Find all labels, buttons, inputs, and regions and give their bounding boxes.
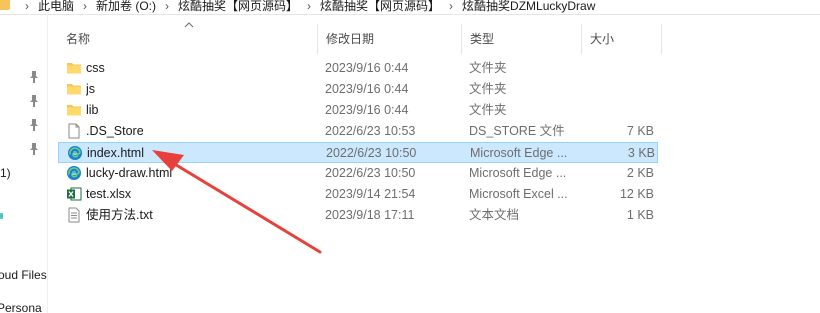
file-size: 1 KB <box>626 208 654 222</box>
file-size: 7 KB <box>626 124 654 138</box>
file-name: js <box>86 82 96 96</box>
file-type: 文件夹 <box>469 103 507 117</box>
navigation-pane: 1) oud Files Persona <box>0 15 48 313</box>
folder-icon <box>66 81 82 97</box>
file-row[interactable]: .DS_Store 2022/6/23 10:53 DS_STORE 文件 7 KB <box>58 121 658 142</box>
file-size: 3 KB <box>627 146 655 160</box>
file-date: 2023/9/18 17:11 <box>325 208 415 222</box>
breadcrumb-sep: › <box>165 0 170 13</box>
address-bar[interactable]: › 此电脑 › 新加卷 (O:) › 炫酷抽奖【网页源码】 › 炫酷抽奖【网页源… <box>0 0 820 15</box>
breadcrumb-sep: › <box>25 0 29 13</box>
breadcrumb: › 此电脑 › 新加卷 (O:) › 炫酷抽奖【网页源码】 › 炫酷抽奖【网页源… <box>16 0 595 14</box>
text-file-icon <box>66 207 82 223</box>
file-date: 2022/6/23 10:53 <box>325 124 416 138</box>
file-date: 2023/9/16 0:44 <box>325 103 409 117</box>
pin-icon[interactable] <box>29 143 39 155</box>
folder-icon <box>0 0 10 10</box>
file-size: 12 KB <box>619 187 654 201</box>
file-row[interactable]: lib 2023/9/16 0:44 文件夹 <box>58 100 658 121</box>
breadcrumb-sep: › <box>307 0 312 13</box>
edge-html-icon <box>67 145 83 161</box>
nav-accent-mark <box>0 213 3 219</box>
column-header-type[interactable]: 类型 <box>462 24 582 54</box>
file-row[interactable]: test.xlsx 2023/9/14 21:54 Microsoft Excel … <box>58 184 658 205</box>
file-row[interactable]: index.html 2022/6/23 10:50 Microsoft Edge … <box>58 142 658 163</box>
file-row[interactable]: css 2023/9/16 0:44 文件夹 <box>58 58 658 79</box>
pin-icon[interactable] <box>29 119 39 131</box>
file-name: 使用方法.txt <box>86 208 153 222</box>
breadcrumb-sep: › <box>83 0 88 13</box>
column-header-date[interactable]: 修改日期 <box>318 24 462 54</box>
breadcrumb-item-current[interactable]: 炫酷抽奖DZMLuckyDraw <box>462 0 595 14</box>
file-type: Microsoft Excel ... <box>469 187 568 201</box>
column-header-row: 名称 修改日期 类型 大小 <box>48 22 662 54</box>
folder-icon <box>66 60 82 76</box>
pin-icon[interactable] <box>29 71 39 83</box>
file-size <box>586 58 654 79</box>
file-type: 文本文档 <box>469 208 520 222</box>
file-name: test.xlsx <box>86 187 132 201</box>
file-row[interactable]: lucky-draw.html 2022/6/23 10:50 Microsoft … <box>58 163 658 184</box>
file-date: 2022/6/23 10:50 <box>325 166 416 180</box>
column-header-name[interactable]: 名称 <box>58 24 318 54</box>
file-type: Microsoft Edge ... <box>470 146 568 160</box>
file-name: lucky-draw.html <box>86 166 173 180</box>
breadcrumb-item-folder-1[interactable]: 炫酷抽奖【网页源码】 <box>178 0 298 14</box>
column-header-size[interactable]: 大小 <box>582 24 662 54</box>
file-size: 2 KB <box>626 166 654 180</box>
nav-item-personal[interactable]: Persona <box>0 301 42 313</box>
nav-item-partial[interactable]: 1) <box>0 166 11 180</box>
breadcrumb-item-this-pc[interactable]: 此电脑 <box>38 0 74 14</box>
file-type: 文件夹 <box>469 61 507 75</box>
folder-icon <box>66 102 82 118</box>
file-type: DS_STORE 文件 <box>469 124 565 138</box>
file-type: 文件夹 <box>469 82 507 96</box>
edge-html-icon <box>66 165 82 181</box>
file-date: 2023/9/16 0:44 <box>325 61 409 75</box>
file-name: index.html <box>87 146 144 160</box>
file-size <box>586 100 654 121</box>
file-name: css <box>86 61 105 75</box>
breadcrumb-item-folder-2[interactable]: 炫酷抽奖【网页源码】 <box>320 0 440 14</box>
blank-file-icon <box>66 123 82 139</box>
breadcrumb-sep: › <box>449 0 454 13</box>
file-size <box>586 79 654 100</box>
nav-item-cloud-files[interactable]: oud Files <box>0 268 47 282</box>
file-row[interactable]: 使用方法.txt 2023/9/18 17:11 文本文档 1 KB <box>58 205 658 226</box>
file-date: 2023/9/16 0:44 <box>325 82 409 96</box>
file-date: 2022/6/23 10:50 <box>326 146 417 160</box>
file-row[interactable]: js 2023/9/16 0:44 文件夹 <box>58 79 658 100</box>
excel-file-icon <box>66 186 82 202</box>
file-name: .DS_Store <box>86 124 144 138</box>
breadcrumb-item-drive[interactable]: 新加卷 (O:) <box>96 0 156 14</box>
file-date: 2023/9/14 21:54 <box>325 187 416 201</box>
pin-icon[interactable] <box>29 95 39 107</box>
file-type: Microsoft Edge ... <box>469 166 567 180</box>
file-name: lib <box>86 103 99 117</box>
